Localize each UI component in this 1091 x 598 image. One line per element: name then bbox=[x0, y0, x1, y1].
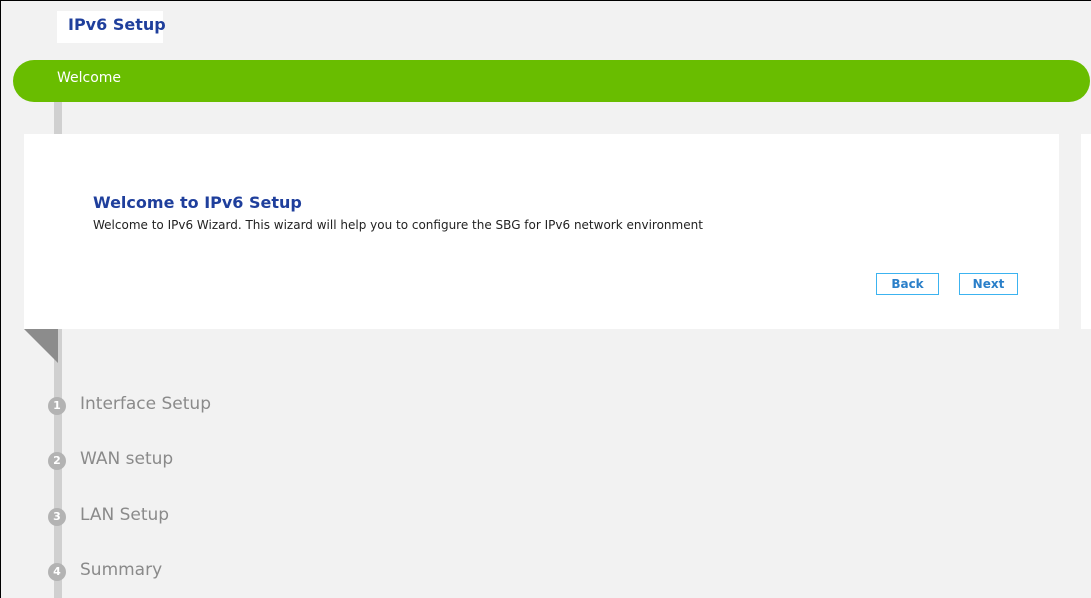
current-step-label: Welcome bbox=[57, 70, 122, 86]
back-button[interactable]: Back bbox=[876, 273, 939, 295]
welcome-heading: Welcome to IPv6 Setup bbox=[93, 193, 302, 212]
welcome-panel-edge bbox=[1081, 134, 1091, 329]
step-label: Summary bbox=[80, 560, 163, 580]
current-step-bar bbox=[13, 60, 1090, 102]
next-button[interactable]: Next bbox=[959, 273, 1018, 295]
panel-corner-triangle bbox=[24, 329, 58, 363]
page-title: IPv6 Setup bbox=[68, 15, 166, 34]
step-number-badge: 3 bbox=[48, 508, 66, 526]
step-label: Interface Setup bbox=[80, 394, 211, 414]
timeline-line-top bbox=[54, 102, 62, 134]
step-number-badge: 2 bbox=[48, 452, 66, 470]
welcome-description: Welcome to IPv6 Wizard. This wizard will… bbox=[93, 218, 703, 232]
step-number-badge: 4 bbox=[48, 563, 66, 581]
step-label: LAN Setup bbox=[80, 505, 170, 525]
step-number-badge: 1 bbox=[48, 397, 66, 415]
step-label: WAN setup bbox=[80, 449, 174, 469]
